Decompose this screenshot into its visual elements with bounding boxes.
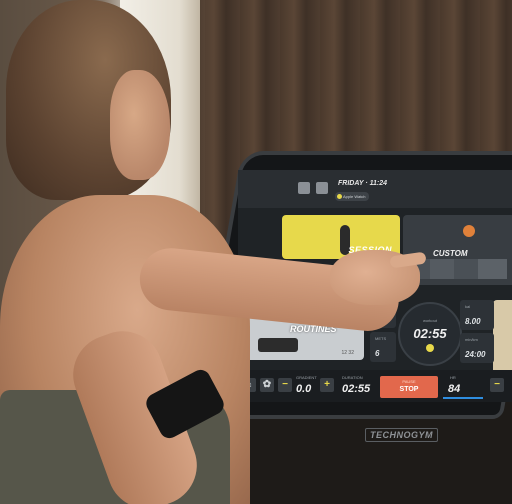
top-bar: FRIDAY · 11:24 Apple Watch bbox=[238, 170, 512, 208]
timer-value: 02:55 bbox=[413, 326, 447, 341]
photo-scene: FRIDAY · 11:24 Apple Watch SESSION CUSTO… bbox=[0, 0, 512, 504]
workout-timer-dial: workout 02:55 bbox=[398, 302, 462, 366]
timer-label: workout bbox=[422, 318, 437, 323]
mets-value: 6 bbox=[375, 349, 380, 358]
brand-logo: TECHNOGYM bbox=[365, 428, 438, 442]
pause-stop-button[interactable]: PAUSE STOP bbox=[380, 376, 438, 398]
pace-label: min/km bbox=[465, 337, 478, 342]
routines-numbers: 12 32 bbox=[341, 350, 354, 356]
pause-label: PAUSE bbox=[402, 379, 416, 384]
map-tile[interactable] bbox=[493, 300, 512, 380]
treadmill-figure bbox=[258, 338, 298, 352]
gradient-label: GRADIENT bbox=[296, 375, 317, 380]
woman-face bbox=[110, 70, 170, 180]
gradient-minus-button[interactable]: − bbox=[278, 378, 292, 392]
settings-icon[interactable] bbox=[298, 182, 310, 194]
speed-minus-button[interactable]: − bbox=[490, 378, 504, 392]
custom-label: CUSTOM bbox=[433, 249, 468, 258]
kcal-label: kal bbox=[465, 304, 471, 309]
pace-value: 24:00 bbox=[465, 350, 486, 359]
bottom-control-bar: ⌂ ✿ − GRADIENT 0.0 + DURATION 02:55 PAUS… bbox=[238, 370, 512, 402]
hr-value: 84 bbox=[448, 383, 461, 395]
heart-icon bbox=[463, 225, 475, 237]
day-time: FRIDAY · 11:24 bbox=[338, 180, 388, 187]
kcal-value: 8.00 bbox=[465, 317, 481, 326]
hr-label: HR bbox=[450, 375, 456, 380]
spark-icon bbox=[426, 344, 434, 352]
duration-label: DURATION bbox=[342, 375, 363, 380]
gradient-plus-button[interactable]: + bbox=[320, 378, 334, 392]
hr-zone-bar bbox=[443, 397, 483, 399]
profile-bars bbox=[411, 259, 507, 279]
gradient-value: 0.0 bbox=[296, 383, 312, 395]
mets-metric: METS 6 bbox=[370, 332, 396, 362]
stop-label: STOP bbox=[399, 386, 419, 393]
back-icon[interactable] bbox=[316, 182, 328, 194]
duration-value[interactable]: 02:55 bbox=[342, 383, 370, 395]
kcal-metric: kal 8.00 bbox=[460, 300, 494, 330]
mets-label: METS bbox=[375, 336, 387, 341]
apple-watch-badge[interactable]: Apple Watch bbox=[335, 192, 369, 201]
pace-metric: min/km 24:00 bbox=[460, 333, 494, 363]
fan-icon[interactable]: ✿ bbox=[260, 378, 274, 392]
